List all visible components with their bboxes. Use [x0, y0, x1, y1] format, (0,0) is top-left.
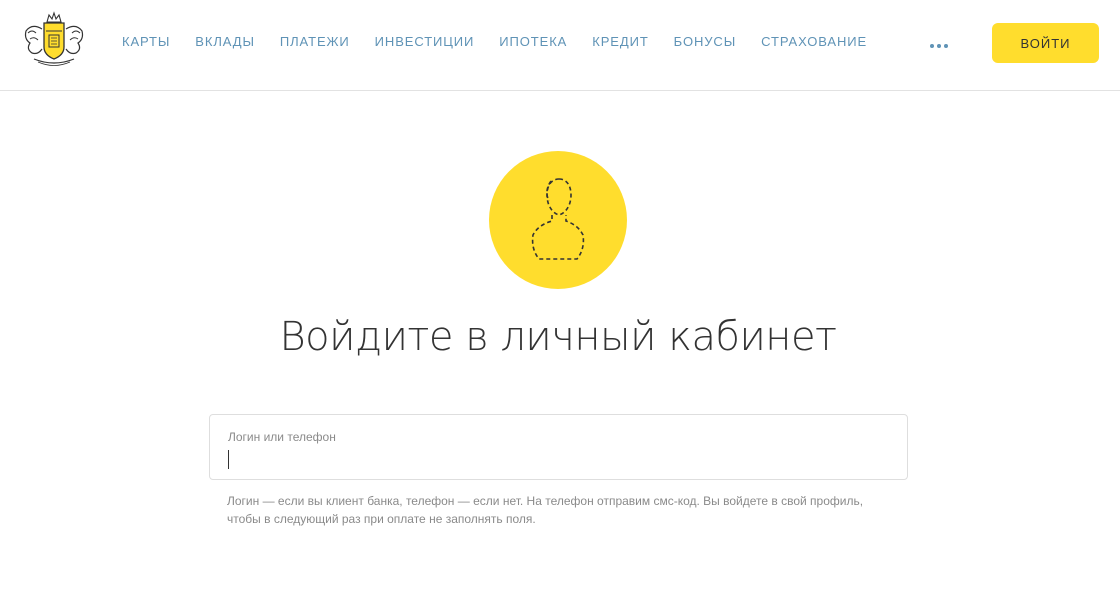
- login-field[interactable]: Логин или телефон: [209, 414, 908, 480]
- nav-item-investments[interactable]: ИНВЕСТИЦИИ: [375, 34, 475, 49]
- main-nav: КАРТЫ ВКЛАДЫ ПЛАТЕЖИ ИНВЕСТИЦИИ ИПОТЕКА …: [122, 34, 892, 49]
- nav-item-deposits[interactable]: ВКЛАДЫ: [195, 34, 255, 49]
- login-hint: Логин — если вы клиент банка, телефон — …: [227, 494, 864, 526]
- nav-item-payments[interactable]: ПЛАТЕЖИ: [280, 34, 350, 49]
- nav-item-bonuses[interactable]: БОНУСЫ: [674, 34, 736, 49]
- nav-item-credit[interactable]: КРЕДИТ: [592, 34, 648, 49]
- text-caret: [228, 450, 229, 469]
- avatar: [489, 151, 627, 289]
- login-button[interactable]: ВОЙТИ: [992, 23, 1099, 63]
- more-menu-button[interactable]: [928, 36, 952, 52]
- login-input[interactable]: [227, 448, 887, 472]
- nav-item-insurance[interactable]: СТРАХОВАНИЕ: [761, 34, 867, 49]
- login-field-label: Логин или телефон: [228, 430, 336, 444]
- bank-emblem-icon: [24, 11, 84, 66]
- site-header: КАРТЫ ВКЛАДЫ ПЛАТЕЖИ ИНВЕСТИЦИИ ИПОТЕКА …: [0, 0, 1120, 91]
- user-silhouette-icon: [531, 178, 585, 260]
- nav-item-mortgage[interactable]: ИПОТЕКА: [499, 34, 567, 49]
- more-dots-icon: [930, 44, 948, 48]
- nav-item-cards[interactable]: КАРТЫ: [122, 34, 170, 49]
- page-title: Войдите в личный кабинет: [279, 314, 837, 360]
- bank-logo[interactable]: [18, 9, 90, 71]
